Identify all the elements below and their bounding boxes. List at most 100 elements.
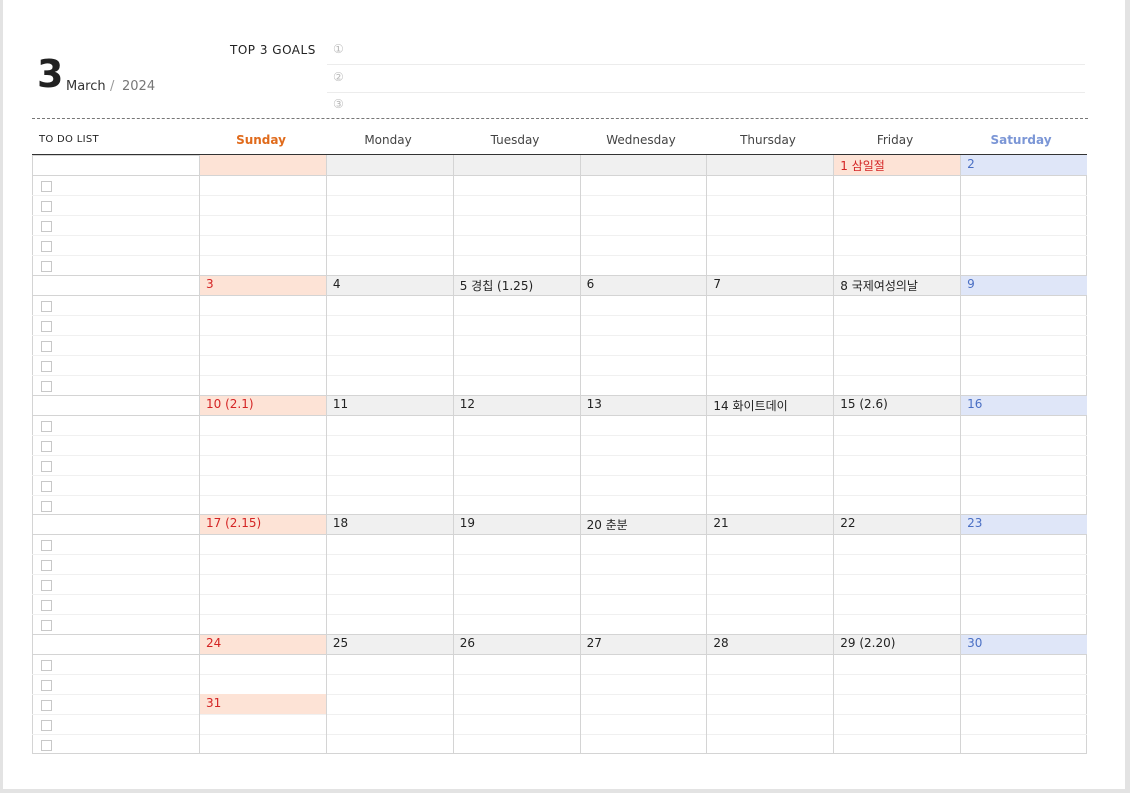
day-header-cell[interactable]: 27	[579, 634, 707, 655]
goal-marker-3: ③	[333, 97, 344, 111]
todo-checkbox[interactable]	[41, 300, 52, 312]
day-header-cell[interactable]: 22	[833, 514, 961, 535]
day-number: 30	[967, 636, 983, 651]
day-header-cell[interactable]: 28	[706, 634, 834, 655]
day-header-cell[interactable]: 9	[960, 274, 1087, 295]
day-header-cell[interactable]	[706, 155, 834, 175]
week-line	[32, 274, 1087, 276]
day-number: 11	[332, 396, 349, 411]
day-header-cell[interactable]: 30	[960, 634, 1087, 655]
day-header-cell[interactable]: 12	[452, 394, 580, 415]
todo-checkbox[interactable]	[41, 620, 52, 632]
day-header-cell[interactable]: 1 삼일절	[833, 155, 961, 175]
day-header-cell[interactable]	[579, 155, 707, 175]
day-header-cell[interactable]	[452, 155, 580, 175]
day-number: 23	[967, 516, 983, 531]
todo-checkbox[interactable]	[41, 580, 52, 592]
day-number: 9	[967, 276, 975, 291]
day-header-cell[interactable]	[325, 155, 453, 175]
day-header-cell[interactable]: 29 (2.20)	[833, 634, 961, 655]
todo-checkbox[interactable]	[41, 740, 52, 752]
day-number: 15 (2.6)	[840, 396, 888, 411]
day-header-cell[interactable]: 10 (2.1)	[199, 394, 326, 415]
row-line	[32, 714, 1087, 716]
day-number: 6	[586, 276, 595, 291]
day-header-cell[interactable]: 3	[199, 274, 326, 295]
row-line	[32, 255, 1087, 256]
row-line	[32, 334, 1087, 336]
todo-checkbox[interactable]	[41, 600, 52, 612]
goal-marker-1: ①	[333, 42, 344, 56]
day-header-cell[interactable]: 4	[325, 274, 453, 295]
day-header-cell[interactable]: 31	[199, 694, 326, 715]
day-header-cell[interactable]: 21	[706, 514, 834, 535]
day-header-cell[interactable]: 17 (2.15)	[199, 514, 326, 535]
day-number: 16	[967, 396, 983, 411]
goal-line-1[interactable]: ①	[327, 37, 1085, 65]
todo-checkbox[interactable]	[41, 380, 52, 392]
day-header-cell[interactable]: 23	[960, 514, 1087, 535]
day-header-cell[interactable]: 26	[452, 634, 580, 655]
day-header-cell[interactable]: 11	[325, 394, 453, 415]
row-line	[32, 694, 1087, 696]
todo-checkbox[interactable]	[41, 460, 52, 472]
day-header-cell[interactable]: 5 경칩 (1.25)	[452, 274, 580, 295]
day-number: 28	[713, 636, 729, 651]
row-line	[32, 215, 1087, 216]
month-year: 2024	[122, 79, 156, 94]
week-line	[32, 394, 1087, 396]
day-header-cell[interactable]: 13	[579, 394, 707, 415]
top-goals-label: TOP 3 GOALS	[230, 43, 316, 57]
todo-checkbox[interactable]	[41, 680, 52, 692]
day-number: 14 화이트데이	[713, 398, 788, 413]
day-header-cell[interactable]: 14 화이트데이	[706, 394, 834, 415]
day-header-cell[interactable]: 18	[325, 514, 453, 535]
day-header-cell[interactable]: 2	[960, 155, 1087, 175]
day-header-cell[interactable]	[199, 155, 326, 175]
day-number: 21	[713, 516, 729, 531]
todo-checkbox[interactable]	[41, 241, 52, 252]
day-header-cell[interactable]: 8 국제여성의날	[833, 274, 961, 295]
todo-checkbox[interactable]	[41, 420, 52, 432]
day-number: 4	[332, 276, 341, 291]
row-line	[32, 374, 1087, 376]
day-header-cell[interactable]: 20 춘분	[579, 514, 707, 535]
week-line	[32, 634, 1087, 636]
col-line	[833, 155, 835, 754]
day-number: 5 경칩 (1.25)	[459, 278, 534, 293]
row-line	[32, 494, 1087, 496]
col-line	[706, 155, 708, 754]
col-line	[960, 155, 962, 754]
day-header-cell[interactable]: 24	[199, 634, 326, 655]
todo-checkbox[interactable]	[41, 540, 52, 552]
todo-checkbox[interactable]	[41, 360, 52, 372]
todo-checkbox[interactable]	[41, 221, 52, 232]
weekday-sunday: Sunday	[236, 133, 286, 147]
row-line	[32, 235, 1087, 236]
todo-checkbox[interactable]	[41, 340, 52, 352]
day-header-cell[interactable]: 7	[706, 274, 834, 295]
todo-checkbox[interactable]	[41, 480, 52, 492]
todo-checkbox[interactable]	[41, 720, 52, 732]
todo-list-label: TO DO LIST	[39, 134, 99, 145]
todo-checkbox[interactable]	[41, 320, 52, 332]
day-header-cell[interactable]: 25	[325, 634, 453, 655]
day-header-cell[interactable]: 19	[452, 514, 580, 535]
day-header-cell[interactable]: 6	[579, 274, 707, 295]
goal-line-3[interactable]: ③	[327, 92, 1085, 119]
day-number: 18	[332, 516, 349, 531]
calendar-grid: 1 삼일절 2 3 4 5 경칩 (1.25) 6 7 8 국제여성의날 9 10 (2.1) 11…	[32, 155, 1087, 754]
todo-checkbox[interactable]	[41, 560, 52, 572]
todo-checkbox[interactable]	[41, 500, 52, 512]
weekday-monday: Monday	[364, 133, 412, 147]
day-number: 1 삼일절	[840, 159, 885, 173]
todo-checkbox[interactable]	[41, 440, 52, 452]
todo-checkbox[interactable]	[41, 700, 52, 712]
day-header-cell[interactable]: 15 (2.6)	[833, 394, 961, 415]
todo-checkbox[interactable]	[41, 181, 52, 192]
goal-line-2[interactable]: ②	[327, 65, 1085, 93]
todo-checkbox[interactable]	[41, 660, 52, 672]
day-header-cell[interactable]: 16	[960, 394, 1087, 415]
todo-checkbox[interactable]	[41, 261, 52, 272]
todo-checkbox[interactable]	[41, 201, 52, 212]
